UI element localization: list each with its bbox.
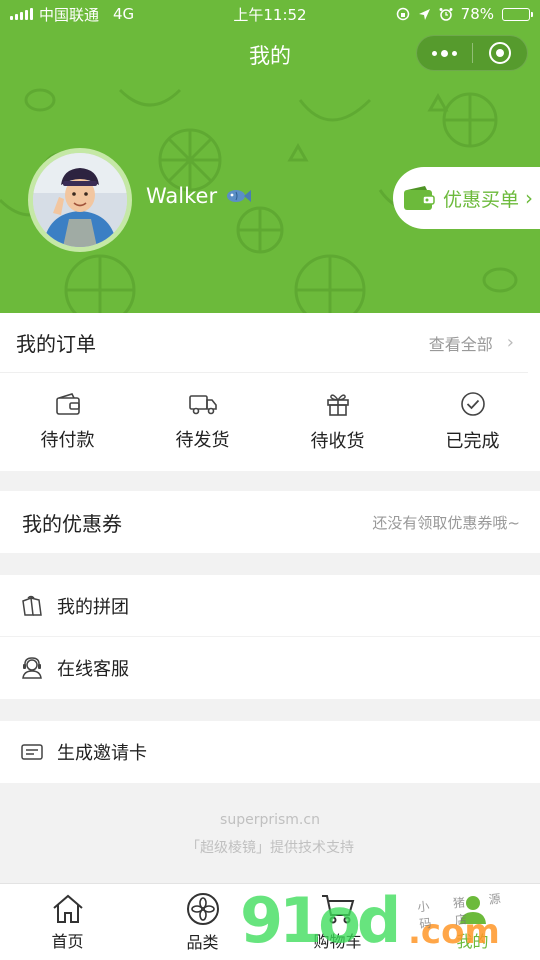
signal-icon (10, 8, 33, 20)
menu-list-secondary: 生成邀请卡 (0, 721, 540, 783)
order-tab-completed[interactable]: 已完成 (405, 373, 540, 471)
group-buy-icon (22, 595, 42, 616)
menu-item-label: 生成邀请卡 (57, 743, 147, 764)
menu-item-invite-card[interactable]: 生成邀请卡 (0, 721, 540, 783)
check-circle-icon (460, 392, 485, 416)
location-icon (418, 8, 430, 20)
footer-credit: 「超级棱镜」提供技术支持 (186, 840, 354, 856)
battery-icon (502, 7, 533, 21)
gift-icon (326, 394, 349, 416)
miniprogram-capsule (416, 35, 528, 71)
coupons-empty-hint: 还没有领取优惠券哦~ (372, 513, 520, 532)
menu-item-customer-service[interactable]: 在线客服 (0, 637, 540, 699)
discount-pay-label: 优惠买单 (443, 188, 520, 211)
more-options-button[interactable] (417, 49, 472, 57)
menu-item-label: 我的拼团 (57, 596, 129, 618)
coupons-title: 我的优惠券 (22, 511, 122, 536)
menu-item-label: 在线客服 (57, 659, 129, 680)
customer-service-icon (22, 657, 42, 679)
cart-icon (321, 894, 354, 923)
view-all-orders-link[interactable]: 查看全部 › (429, 331, 514, 355)
tab-label: 我的 (456, 931, 489, 951)
order-tab-pending-payment[interactable]: 待付款 (0, 373, 135, 471)
battery-percent: 78% (460, 5, 494, 23)
order-tab-label: 待收货 (310, 431, 365, 452)
tab-label: 首页 (51, 931, 84, 951)
tab-label: 购物车 (313, 931, 362, 951)
order-tab-label: 待付款 (40, 430, 95, 451)
order-tab-pending-receipt[interactable]: 待收货 (270, 373, 405, 471)
nav-bar: 我的 (0, 28, 540, 80)
order-status-tabs: 待付款 待发货 待收货 已完成 (0, 373, 540, 471)
status-bar: 中国联通 4G 上午11:52 78% (0, 0, 540, 28)
orders-header: 我的订单 查看全部 › (0, 313, 528, 373)
chevron-right-icon: › (506, 332, 514, 353)
chevron-right-icon: › (525, 186, 534, 210)
home-icon (52, 894, 83, 923)
footer: superprism.cn 「超级棱镜」提供技术支持 (0, 806, 540, 862)
order-tab-pending-shipment[interactable]: 待发货 (135, 373, 270, 471)
profile-header: Walker 优惠买单 › (0, 80, 540, 313)
order-tab-label: 已完成 (445, 431, 500, 452)
alarm-icon (439, 8, 453, 21)
carrier-name: 中国联通 (39, 5, 100, 24)
user-photo (33, 153, 127, 247)
bottom-tab-bar: 首页 品类 购物车 我的 (0, 883, 540, 960)
order-tab-label: 待发货 (175, 430, 230, 451)
tab-profile[interactable]: 我的 (405, 884, 540, 960)
menu-list: 我的拼团 在线客服 (0, 575, 540, 699)
tab-label: 品类 (186, 932, 219, 952)
invite-card-icon (21, 744, 43, 760)
tab-cart[interactable]: 购物车 (270, 884, 405, 960)
username: Walker (146, 184, 218, 208)
tab-category[interactable]: 品类 (135, 884, 270, 960)
my-coupons-row[interactable]: 我的优惠券 还没有领取优惠券哦~ (0, 491, 540, 553)
avatar[interactable] (28, 148, 132, 252)
wallet-icon (55, 393, 80, 415)
category-icon (186, 892, 219, 925)
tab-home[interactable]: 首页 (0, 884, 135, 960)
target-icon (488, 42, 511, 64)
profile-icon (459, 895, 486, 924)
truck-icon (188, 395, 217, 415)
discount-pay-button[interactable]: 优惠买单 › (393, 167, 540, 229)
orders-card: 我的订单 查看全部 › 待付款 待发货 待收货 已完成 (0, 313, 540, 471)
network-type: 4G (113, 5, 135, 23)
orders-title: 我的订单 (16, 332, 96, 356)
footer-domain: superprism.cn (220, 812, 320, 828)
menu-item-group-buy[interactable]: 我的拼团 (0, 575, 540, 637)
fish-icon (227, 190, 252, 202)
close-miniprogram-button[interactable] (472, 42, 527, 64)
view-all-label: 查看全部 (428, 334, 493, 354)
orientation-lock-icon (396, 7, 409, 21)
username-row: Walker (146, 184, 252, 208)
wallet-icon (404, 186, 435, 210)
